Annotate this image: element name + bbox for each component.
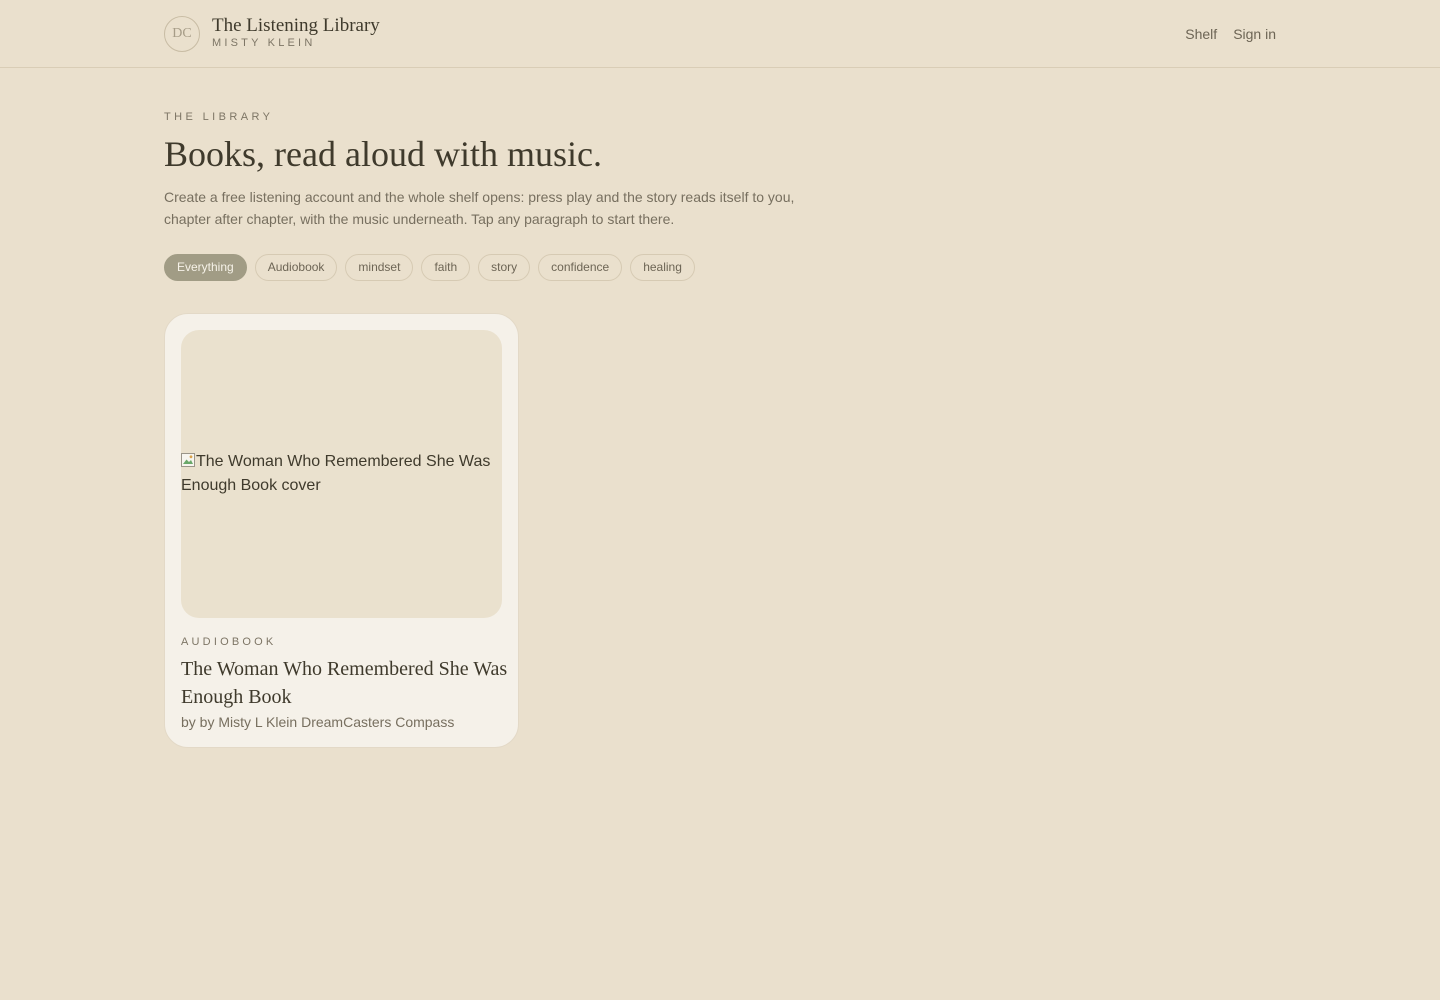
top-nav: Shelf Sign in — [1185, 25, 1276, 43]
section-eyebrow: THE LIBRARY — [164, 111, 274, 123]
filter-chip-everything[interactable]: Everything — [164, 254, 247, 281]
filter-chip-healing[interactable]: healing — [630, 254, 695, 281]
filter-chips: Everything Audiobook mindset faith story… — [164, 254, 695, 281]
broken-image-icon — [181, 453, 195, 467]
book-title[interactable]: The Woman Who Remembered She Was Enough … — [181, 655, 511, 711]
book-author: by by Misty L Klein DreamCasters Compass — [181, 714, 455, 730]
shelf-link[interactable]: Shelf — [1185, 25, 1217, 43]
filter-chip-audiobook[interactable]: Audiobook — [254, 254, 338, 281]
filter-chip-story[interactable]: story — [478, 254, 531, 281]
book-cover-alt-text: The Woman Who Remembered She Was Enough … — [181, 450, 502, 498]
book-type: AUDIOBOOK — [181, 636, 277, 648]
logo-badge[interactable]: DC — [164, 16, 200, 52]
filter-chip-mindset[interactable]: mindset — [345, 254, 414, 281]
intro-text: Create a free listening account and the … — [164, 189, 795, 227]
cover-alt-label: The Woman Who Remembered She Was Enough … — [181, 453, 491, 494]
site-header: DC The Listening Library MISTY KLEIN She… — [0, 0, 1440, 68]
page-title: Books, read aloud with music. — [164, 134, 602, 174]
site-title[interactable]: The Listening Library — [212, 15, 380, 37]
filter-chip-faith[interactable]: faith — [421, 254, 471, 281]
book-cover[interactable]: The Woman Who Remembered She Was Enough … — [181, 330, 502, 618]
book-card[interactable]: The Woman Who Remembered She Was Enough … — [164, 313, 519, 748]
sign-in-link[interactable]: Sign in — [1233, 25, 1276, 43]
site-subtitle: MISTY KLEIN — [212, 37, 316, 49]
filter-chip-confidence[interactable]: confidence — [538, 254, 623, 281]
